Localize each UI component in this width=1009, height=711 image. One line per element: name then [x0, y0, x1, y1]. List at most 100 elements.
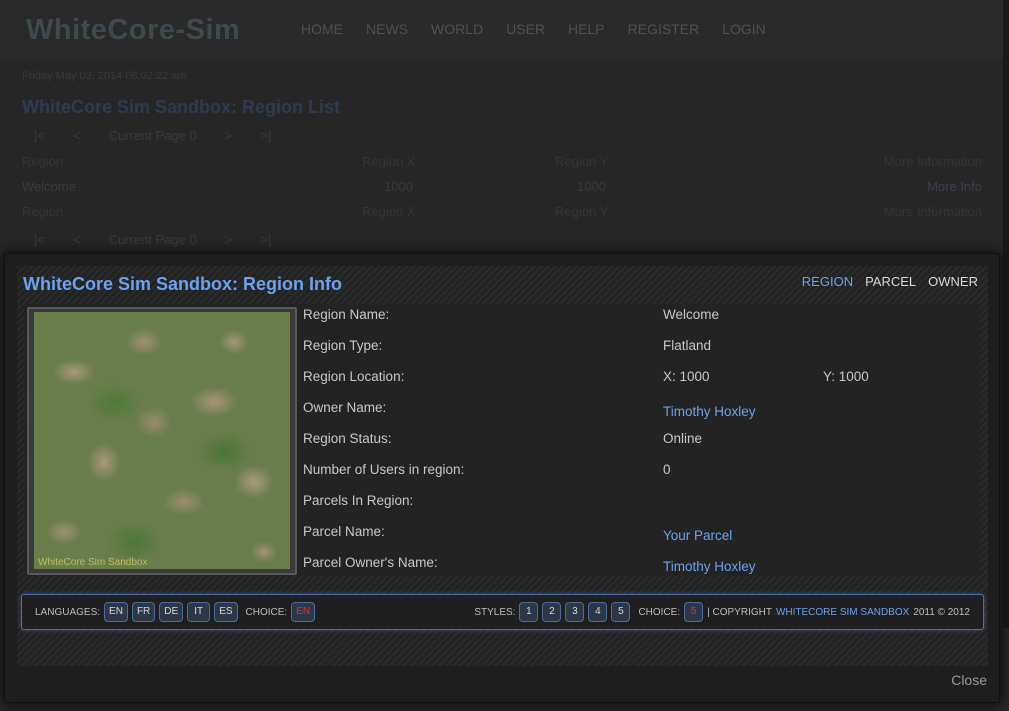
parcel-owner-row: Parcel Owner's Name: Timothy Hoxley [303, 555, 973, 577]
site-logo[interactable]: WhiteCore-Sim [26, 14, 240, 47]
region-name-label: Region Name: [303, 307, 390, 322]
region-type-label: Region Type: [303, 338, 383, 353]
style-3-button[interactable]: 3 [565, 602, 585, 622]
region-status-row: Region Status: Online [303, 431, 973, 453]
language-it-button[interactable]: IT [187, 602, 211, 622]
pager-top: |< < Current Page 0 > >| [34, 128, 299, 143]
scroll-edge [1003, 0, 1009, 628]
parcel-owner-link[interactable]: Timothy Hoxley [663, 559, 756, 574]
style-4-button[interactable]: 4 [588, 602, 608, 622]
close-button[interactable]: Close [951, 672, 987, 688]
region-name-value: Welcome [663, 307, 720, 322]
style-selector: STYLES: 1 2 3 4 5 CHOICE: 5 | COPYRIGHT … [472, 602, 972, 622]
region-location-label: Region Location: [303, 369, 405, 384]
owner-name-label: Owner Name: [303, 400, 387, 415]
header-region-x: Region X [362, 154, 416, 169]
region-location-row: Region Location: X: 1000 Y: 1000 [303, 369, 973, 391]
owner-name-link[interactable]: Timothy Hoxley [663, 404, 756, 419]
region-x-value: X: 1000 [663, 369, 710, 384]
footer-region-x: Region X [362, 204, 416, 219]
top-navigation: HOME NEWS WORLD USER HELP REGISTER LOGIN [301, 21, 789, 37]
nav-news[interactable]: NEWS [366, 21, 408, 37]
style-5-button[interactable]: 5 [611, 602, 631, 622]
region-name-row: Region Name: Welcome [303, 307, 973, 329]
modal-tabs: REGION PARCEL OWNER [790, 274, 978, 289]
pager-first[interactable]: |< [34, 128, 45, 143]
region-status-label: Region Status: [303, 431, 392, 446]
region-map-frame: WhiteCore Sim Sandbox [27, 307, 297, 575]
users-value: 0 [663, 462, 671, 477]
pager-bottom: |< < Current Page 0 > >| [34, 232, 299, 247]
style-2-button[interactable]: 2 [542, 602, 562, 622]
region-type-row: Region Type: Flatland [303, 338, 973, 360]
style-1-button[interactable]: 1 [519, 602, 539, 622]
copyright-prefix: | COPYRIGHT [707, 606, 772, 618]
current-date: Friday May 02, 2014 08:02:22 am [22, 70, 187, 82]
style-choice-badge: 5 [684, 602, 704, 622]
nav-home[interactable]: HOME [301, 21, 343, 37]
parcel-name-row: Parcel Name: Your Parcel [303, 524, 973, 546]
copyright-link[interactable]: WHITECORE SIM SANDBOX [776, 607, 909, 618]
nav-user[interactable]: USER [506, 21, 545, 37]
header-more-info: More Information [883, 154, 982, 169]
users-row: Number of Users in region: 0 [303, 462, 973, 484]
copyright-suffix: 2011 © 2012 [913, 606, 970, 618]
footer-more-info: More Information [883, 204, 982, 219]
language-en-button[interactable]: EN [104, 602, 128, 622]
region-info-modal: WhiteCore Sim Sandbox: Region Info REGIO… [4, 253, 1000, 703]
parcels-row: Parcels In Region: [303, 493, 973, 515]
pager-prev[interactable]: < [73, 232, 81, 247]
header-region-y: Region Y [555, 154, 609, 169]
tab-parcel[interactable]: PARCEL [865, 274, 916, 289]
pager-current: Current Page 0 [108, 232, 197, 247]
nav-register[interactable]: REGISTER [628, 21, 700, 37]
nav-help[interactable]: HELP [568, 21, 605, 37]
site-header: WhiteCore-Sim HOME NEWS WORLD USER HELP … [0, 0, 1009, 60]
map-caption: WhiteCore Sim Sandbox [38, 557, 148, 568]
tab-region[interactable]: REGION [802, 274, 853, 289]
site-footer: LANGUAGES: EN FR DE IT ES CHOICE: EN STY… [21, 594, 984, 630]
pager-first[interactable]: |< [34, 232, 45, 247]
cell-region: Welcome [22, 179, 76, 194]
region-status-value: Online [663, 431, 703, 446]
pager-next[interactable]: > [225, 232, 233, 247]
language-choice-label: CHOICE: [245, 606, 288, 618]
cell-region-x: 1000 [384, 179, 413, 194]
modal-panel: WhiteCore Sim Sandbox: Region Info REGIO… [17, 266, 988, 666]
header-region: Region [22, 154, 64, 169]
parcel-owner-label: Parcel Owner's Name: [303, 555, 438, 570]
table-header: Region Region X Region Y More Informatio… [22, 154, 982, 174]
region-list-title: WhiteCore Sim Sandbox: Region List [22, 97, 341, 117]
region-y-value: Y: 1000 [823, 369, 869, 384]
tab-owner[interactable]: OWNER [928, 274, 978, 289]
pager-last[interactable]: >| [260, 128, 271, 143]
table-row: Welcome 1000 1000 More Info [22, 179, 982, 199]
pager-last[interactable]: >| [260, 232, 271, 247]
parcels-label: Parcels In Region: [303, 493, 414, 508]
styles-label: STYLES: [474, 606, 516, 618]
parcel-name-label: Parcel Name: [303, 524, 385, 539]
owner-name-row: Owner Name: Timothy Hoxley [303, 400, 973, 422]
region-map-image: WhiteCore Sim Sandbox [34, 312, 290, 569]
language-selector: LANGUAGES: EN FR DE IT ES CHOICE: EN [33, 602, 317, 622]
pager-current: Current Page 0 [108, 128, 197, 143]
pager-prev[interactable]: < [73, 128, 81, 143]
parcel-name-link[interactable]: Your Parcel [663, 528, 732, 543]
nav-world[interactable]: WORLD [431, 21, 483, 37]
more-info-link[interactable]: More Info [927, 179, 982, 194]
language-fr-button[interactable]: FR [131, 602, 156, 622]
nav-login[interactable]: LOGIN [722, 21, 766, 37]
style-choice-label: CHOICE: [638, 606, 681, 618]
footer-region-y: Region Y [555, 204, 609, 219]
language-choice-badge: EN [291, 602, 316, 622]
language-es-button[interactable]: ES [214, 602, 238, 622]
footer-region: Region [22, 204, 64, 219]
region-type-value: Flatland [663, 338, 712, 353]
users-label: Number of Users in region: [303, 462, 465, 477]
modal-title: WhiteCore Sim Sandbox: Region Info [23, 274, 342, 294]
pager-next[interactable]: > [225, 128, 233, 143]
table-footer: Region Region X Region Y More Informatio… [22, 204, 982, 224]
cell-region-y: 1000 [577, 179, 606, 194]
language-de-button[interactable]: DE [159, 602, 184, 622]
region-info-content: WhiteCore Sim Sandbox Region Name: Welco… [25, 304, 980, 576]
